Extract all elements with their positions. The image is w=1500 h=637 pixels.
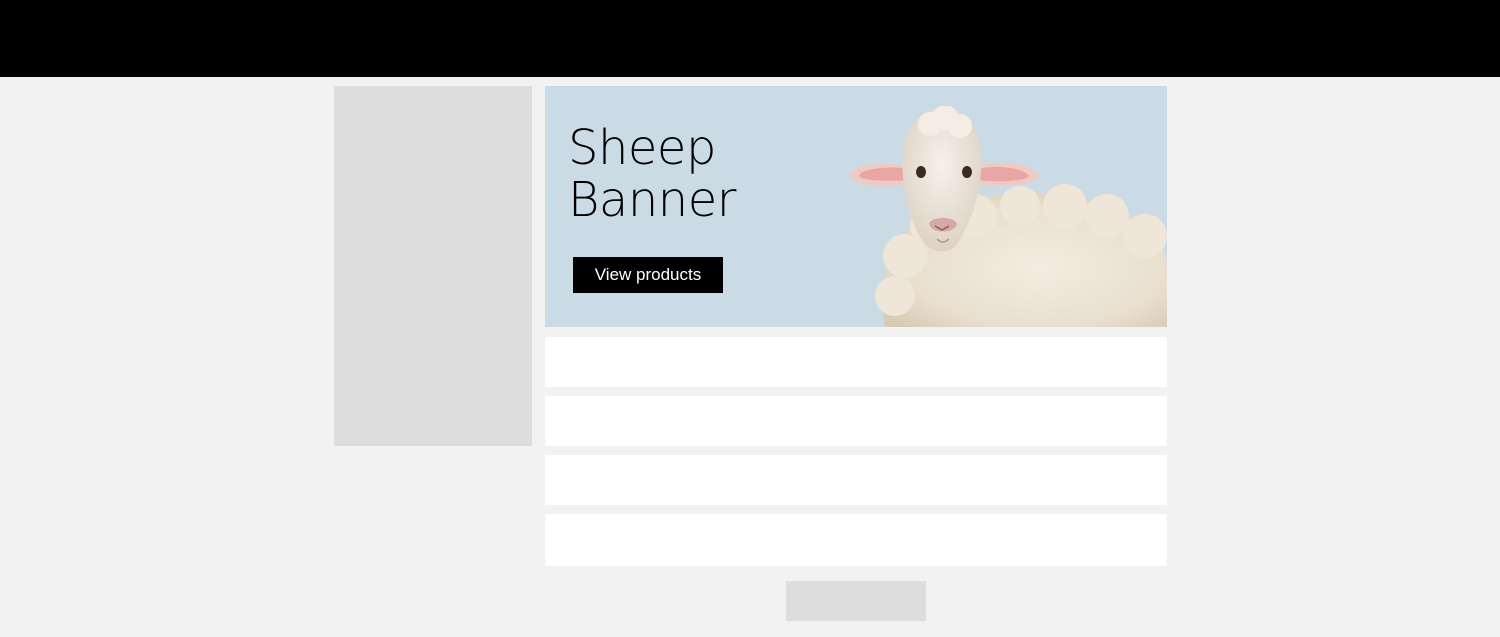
- banner-title-line-1: Sheep: [568, 120, 716, 176]
- list-item: [545, 337, 1167, 387]
- hero-banner: Sheep Banner View products: [545, 86, 1167, 327]
- list-item: [545, 396, 1167, 446]
- list-item: [545, 514, 1167, 566]
- banner-title-line-2: Banner: [568, 172, 736, 228]
- sheep-image: [850, 106, 1167, 327]
- banner-title: Sheep Banner: [568, 122, 736, 226]
- pagination-button-placeholder[interactable]: [786, 581, 926, 621]
- top-navigation-bar: [0, 0, 1500, 77]
- list-item: [545, 455, 1167, 505]
- view-products-button[interactable]: View products: [573, 257, 723, 293]
- sidebar-placeholder: [334, 86, 532, 446]
